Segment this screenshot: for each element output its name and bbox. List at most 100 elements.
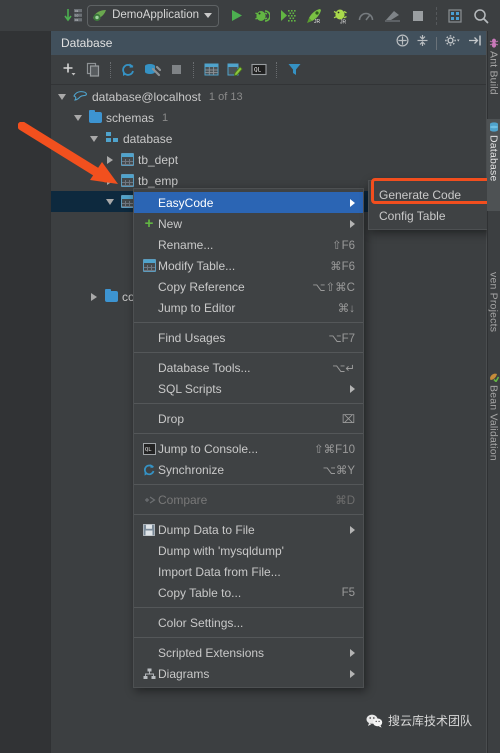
chevron-right-icon[interactable] [103, 177, 117, 185]
menu-item-rename[interactable]: Rename... ⇧F6 [134, 234, 363, 255]
run-jrebel-icon[interactable]: JR [301, 3, 327, 29]
data-source-properties-icon[interactable] [141, 59, 163, 81]
menu-item-label: Find Usages [158, 331, 316, 345]
sidebar-item-ant-build[interactable]: Ant Build [487, 35, 500, 107]
stop-icon[interactable] [165, 59, 187, 81]
debug-icon[interactable] [249, 3, 275, 29]
menu-item-label: EasyCode [158, 196, 340, 210]
folder-icon [105, 291, 118, 302]
menu-item-label: Modify Table... [158, 259, 318, 273]
sidebar-item-label: Database [488, 135, 500, 182]
tree-label: schemas [106, 111, 154, 125]
menu-item-copy-reference[interactable]: Copy Reference ⌥⇧⌘C [134, 276, 363, 297]
menu-item-import-data-from-file[interactable]: Import Data from File... [134, 561, 363, 582]
menu-item-config-table[interactable]: Config Table [369, 205, 491, 226]
sidebar-item-maven-projects[interactable]: ven Projects [487, 269, 500, 357]
sidebar-item-label: Ant Build [488, 51, 500, 95]
menu-item-synchronize[interactable]: Synchronize ⌥⌘Y [134, 459, 363, 480]
menu-item-label: Generate Code [379, 188, 483, 202]
update-running-application-icon[interactable]: 01 10 01 [61, 3, 87, 29]
tree-label: database [123, 132, 172, 146]
menu-item-label: Color Settings... [158, 616, 355, 630]
toolbar-divider [436, 7, 437, 25]
table-icon [140, 259, 158, 272]
duplicate-icon[interactable] [82, 59, 104, 81]
refresh-icon[interactable] [117, 59, 139, 81]
tree-row[interactable]: database [51, 128, 488, 149]
svg-text:10: 10 [75, 13, 79, 17]
menu-item-shortcut: ⇧F6 [332, 238, 355, 252]
modify-table-icon[interactable] [224, 59, 246, 81]
chevron-down-icon[interactable] [71, 115, 85, 121]
menu-separator [134, 433, 363, 434]
profile-icon[interactable] [353, 3, 379, 29]
filter-icon[interactable] [283, 59, 305, 81]
menu-item-modify-table[interactable]: Modify Table... ⌘F6 [134, 255, 363, 276]
easycode-submenu[interactable]: Generate Code Config Table [368, 180, 492, 230]
search-everywhere-icon[interactable] [468, 3, 494, 29]
debug-jrebel-icon[interactable]: JR [327, 3, 353, 29]
save-icon [140, 524, 158, 536]
tree-row[interactable]: schemas 1 [51, 107, 488, 128]
collapse-all-icon[interactable] [416, 34, 429, 52]
menu-item-label: Jump to Console... [158, 442, 302, 456]
layout-icon[interactable] [442, 3, 468, 29]
menu-item-dump-with-mysqldump[interactable]: Dump with 'mysqldump' [134, 540, 363, 561]
menu-item-label: Drop [158, 412, 330, 426]
menu-item-drop[interactable]: Drop ⌧ [134, 408, 363, 429]
chevron-down-icon[interactable] [103, 199, 117, 205]
bean-icon [488, 372, 500, 382]
menu-separator [134, 607, 363, 608]
attach-debugger-icon[interactable] [379, 3, 405, 29]
add-data-source-icon[interactable] [396, 34, 409, 52]
menu-item-scripted-extensions[interactable]: Scripted Extensions [134, 642, 363, 663]
menu-item-compare: Compare ⌘D [134, 489, 363, 510]
tree-row[interactable]: tb_dept [51, 149, 488, 170]
chevron-right-icon[interactable] [87, 293, 101, 301]
run-with-coverage-icon[interactable] [275, 3, 301, 29]
menu-item-database-tools[interactable]: Database Tools... ⌥↵ [134, 357, 363, 378]
watermark: 搜云库技术团队 [366, 712, 472, 729]
chevron-right-icon[interactable] [103, 156, 117, 164]
stop-icon[interactable] [405, 3, 431, 29]
svg-text:QL: QL [145, 447, 152, 453]
hide-panel-icon[interactable] [468, 34, 482, 52]
chevron-down-icon[interactable] [55, 94, 69, 100]
compare-icon [140, 494, 158, 506]
tree-row[interactable]: database@localhost 1 of 13 [51, 86, 488, 107]
run-configuration-selector[interactable]: DemoApplication [87, 5, 219, 27]
wechat-icon [366, 714, 383, 728]
menu-item-generate-code[interactable]: Generate Code [369, 184, 491, 205]
menu-item-jump-to-editor[interactable]: Jump to Editor ⌘↓ [134, 297, 363, 318]
add-icon[interactable] [58, 59, 80, 81]
menu-item-new[interactable]: + New [134, 213, 363, 234]
menu-item-easycode[interactable]: EasyCode [134, 192, 363, 213]
context-menu[interactable]: EasyCode + New Rename... ⇧F6 Modify Tabl… [133, 188, 364, 688]
ant-icon [488, 38, 500, 48]
menu-item-dump-data-to-file[interactable]: Dump Data to File [134, 519, 363, 540]
menu-item-label: Jump to Editor [158, 301, 326, 315]
menu-item-find-usages[interactable]: Find Usages ⌥F7 [134, 327, 363, 348]
run-icon[interactable] [223, 3, 249, 29]
sidebar-item-database[interactable]: Database [487, 119, 500, 211]
menu-item-jump-to-console[interactable]: QL Jump to Console... ⇧⌘F10 [134, 438, 363, 459]
plus-icon: + [140, 216, 158, 231]
database-icon [488, 122, 500, 132]
menu-item-diagrams[interactable]: Diagrams [134, 663, 363, 684]
menu-item-shortcut: ⌘D [335, 493, 355, 507]
chevron-down-icon[interactable] [204, 13, 212, 18]
sidebar-item-bean-validation[interactable]: Bean Validation [487, 369, 500, 481]
chevron-down-icon[interactable] [87, 136, 101, 142]
menu-item-shortcut: ⌘↓ [338, 301, 355, 315]
menu-item-sql-scripts[interactable]: SQL Scripts [134, 378, 363, 399]
menu-item-color-settings[interactable]: Color Settings... [134, 612, 363, 633]
settings-gear-icon[interactable] [444, 34, 461, 52]
open-console-icon[interactable]: QL [248, 59, 270, 81]
menu-item-copy-table-to[interactable]: Copy Table to... F5 [134, 582, 363, 603]
svg-text:01: 01 [75, 18, 79, 22]
jump-to-editor-icon[interactable] [200, 59, 222, 81]
menu-item-shortcut: ⇧⌘F10 [314, 442, 355, 456]
page-title: Database [61, 36, 396, 50]
menu-item-label: Copy Table to... [158, 586, 330, 600]
table-icon [121, 174, 134, 187]
